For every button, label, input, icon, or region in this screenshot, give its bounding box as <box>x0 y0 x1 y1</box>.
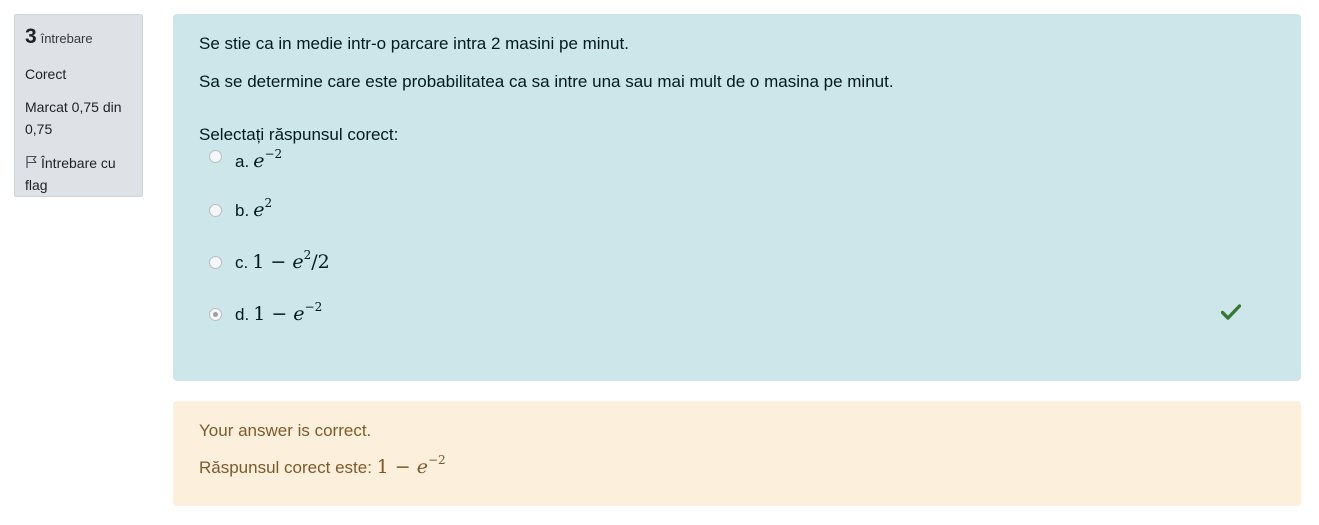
formula-base-d: e <box>293 303 305 325</box>
check-icon <box>1220 304 1242 320</box>
question-info-panel: 3 întrebare Corect Marcat 0,75 din 0,75 … <box>14 14 143 197</box>
correct-answer-label: Răspunsul corect este: <box>199 458 372 477</box>
radio-c[interactable] <box>209 255 222 269</box>
feedback-result: Your answer is correct. <box>199 421 372 440</box>
correct-formula-base: e <box>416 456 428 478</box>
formula-base-b: e <box>253 199 265 221</box>
option-label-b[interactable]: b. e2 <box>235 195 273 221</box>
option-formula-b: e2 <box>253 195 273 221</box>
question-word: întrebare <box>40 31 93 46</box>
answer-prompt: Selectați răspunsul corect: <box>199 125 399 144</box>
correct-formula-exp: −2 <box>428 452 446 467</box>
question-grade: Marcat 0,75 din 0,75 <box>25 99 122 137</box>
question-number: 3 întrebare <box>25 25 132 51</box>
option-letter-d: d. <box>235 305 250 324</box>
question-text-line-1: Se stie ca in medie intr-o parcare intra… <box>199 34 629 53</box>
formula-exp-b: 2 <box>264 195 273 210</box>
option-formula-d: 1 − e−2 <box>253 299 323 325</box>
radio-a[interactable] <box>209 150 222 163</box>
answer-option-c[interactable]: c. 1 − e2/2 <box>199 236 1275 288</box>
formula-exp-c: 2 <box>303 247 312 262</box>
question-state: Corect <box>25 66 67 82</box>
radio-b[interactable] <box>209 203 222 217</box>
formula-suffix-c: /2 <box>311 251 330 273</box>
correct-answer-line: Răspunsul corect este: 1 − e−2 <box>199 452 1275 480</box>
option-formula-c: 1 − e2/2 <box>252 247 330 273</box>
formula-base-c: e <box>292 251 304 273</box>
question-number-value: 3 <box>25 25 37 48</box>
question-formulation: Se stie ca in medie intr-o parcare intra… <box>173 14 1301 381</box>
question-text-line-2: Sa se determine care este probabilitatea… <box>199 72 894 91</box>
formula-base-a: e <box>253 150 265 172</box>
option-label-c[interactable]: c. 1 − e2/2 <box>235 247 330 273</box>
answer-option-a[interactable]: a. e−2 <box>199 146 1275 184</box>
option-label-a[interactable]: a. e−2 <box>235 146 283 172</box>
question-text: Se stie ca in medie intr-o parcare intra… <box>199 32 1275 94</box>
option-letter-a: a. <box>235 152 250 171</box>
answer-option-b[interactable]: b. e2 <box>199 184 1275 236</box>
option-letter-b: b. <box>235 201 250 220</box>
correct-answer-formula: 1 − e−2 <box>376 452 446 478</box>
answer-options: a. e−2 b. e2 c. 1 − e2/2 d. 1 − e−2 <box>199 146 1275 340</box>
answer-option-d[interactable]: d. 1 − e−2 <box>199 288 1275 340</box>
option-letter-c: c. <box>235 253 249 272</box>
correct-formula-prefix: 1 − <box>376 456 417 478</box>
option-label-d[interactable]: d. 1 − e−2 <box>235 299 323 325</box>
option-formula-a: e−2 <box>253 146 283 172</box>
formula-prefix-d: 1 − <box>253 303 294 325</box>
feedback-panel: Your answer is correct. Răspunsul corect… <box>173 401 1301 506</box>
formula-exp-d: −2 <box>304 299 323 314</box>
radio-d[interactable] <box>209 307 222 321</box>
flag-question-toggle[interactable]: Întrebare cu flag <box>25 152 132 196</box>
formula-prefix-c: 1 − <box>252 251 293 273</box>
flag-icon <box>25 153 39 168</box>
formula-exp-a: −2 <box>264 146 283 161</box>
